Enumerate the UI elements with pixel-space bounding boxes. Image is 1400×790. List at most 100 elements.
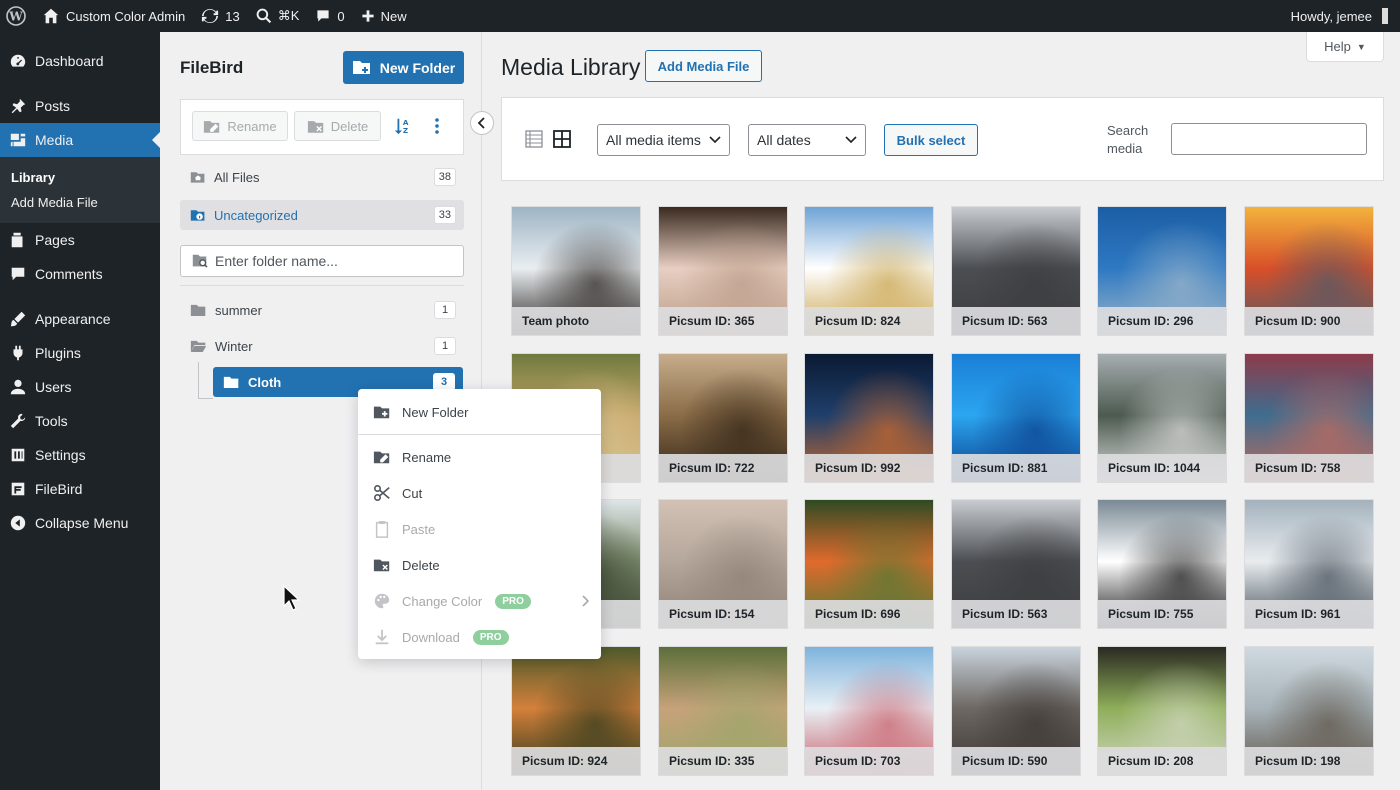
media-type-select[interactable]: All media items bbox=[597, 124, 730, 156]
media-caption: Picsum ID: 696 bbox=[805, 600, 933, 628]
list-view-icon[interactable] bbox=[525, 130, 543, 151]
media-caption: Picsum ID: 755 bbox=[1098, 600, 1226, 628]
new-content-link[interactable]: New bbox=[353, 0, 415, 32]
plugin-icon bbox=[13, 345, 23, 361]
palette-icon bbox=[374, 593, 390, 609]
new-label: New bbox=[380, 8, 407, 24]
date-select[interactable]: All dates bbox=[748, 124, 866, 156]
folder-icon bbox=[223, 376, 239, 388]
folder-search bbox=[180, 245, 464, 277]
media-caption: Picsum ID: 365 bbox=[659, 307, 787, 335]
media-item[interactable]: Picsum ID: 961 bbox=[1244, 499, 1374, 629]
media-item[interactable]: Picsum ID: 900 bbox=[1244, 206, 1374, 336]
media-caption: Picsum ID: 335 bbox=[659, 747, 787, 775]
greeting: Howdy, jemee bbox=[1290, 8, 1372, 24]
media-item[interactable]: Picsum ID: 365 bbox=[658, 206, 788, 336]
media-item[interactable]: Picsum ID: 563 bbox=[951, 499, 1081, 629]
search-media-input[interactable] bbox=[1171, 123, 1367, 155]
media-item[interactable]: Picsum ID: 590 bbox=[951, 646, 1081, 776]
media-item[interactable]: Picsum ID: 154 bbox=[658, 499, 788, 629]
folder-toolbar: Rename Delete AZ bbox=[180, 99, 464, 155]
media-caption: Picsum ID: 590 bbox=[952, 747, 1080, 775]
media-caption: Picsum ID: 758 bbox=[1245, 454, 1373, 482]
folder-uncategorized[interactable]: Uncategorized 33 bbox=[180, 200, 464, 230]
comments-link[interactable]: 0 bbox=[307, 0, 352, 32]
media-item[interactable]: Picsum ID: 335 bbox=[658, 646, 788, 776]
command-search[interactable]: ⌘K bbox=[248, 0, 308, 32]
wordpress-logo-icon[interactable]: W bbox=[0, 0, 34, 32]
rename-folder-button[interactable]: Rename bbox=[192, 111, 288, 141]
sidebar-item-settings[interactable]: Settings bbox=[0, 438, 160, 472]
folder-context-menu: New Folder Rename Cut Paste Delete Chang… bbox=[358, 389, 601, 659]
media-submenu: Library Add Media File bbox=[0, 157, 160, 223]
ctx-paste[interactable]: Paste bbox=[358, 511, 601, 547]
comment-icon bbox=[11, 267, 25, 281]
folder-plus-icon bbox=[373, 406, 390, 419]
svg-text:Z: Z bbox=[403, 126, 408, 135]
account-menu[interactable]: Howdy, jemee bbox=[1283, 0, 1400, 32]
bulk-select-button[interactable]: Bulk select bbox=[884, 124, 978, 156]
media-item[interactable]: Picsum ID: 1044 bbox=[1097, 353, 1227, 483]
media-item[interactable]: Picsum ID: 924 bbox=[511, 646, 641, 776]
media-item[interactable]: Picsum ID: 703 bbox=[804, 646, 934, 776]
sort-folders-button[interactable]: AZ bbox=[389, 113, 415, 139]
media-item[interactable]: Picsum ID: 296 bbox=[1097, 206, 1227, 336]
sidebar-item-media[interactable]: Media bbox=[0, 123, 160, 157]
folder-summer[interactable]: summer 1 bbox=[180, 295, 464, 325]
media-item[interactable]: Picsum ID: 208 bbox=[1097, 646, 1227, 776]
submenu-add-media[interactable]: Add Media File bbox=[0, 190, 160, 215]
dashboard-icon bbox=[10, 54, 26, 67]
media-item[interactable]: Picsum ID: 722 bbox=[658, 353, 788, 483]
sidebar-item-plugins[interactable]: Plugins bbox=[0, 336, 160, 370]
media-item[interactable]: Picsum ID: 696 bbox=[804, 499, 934, 629]
filebird-title: FileBird bbox=[180, 58, 244, 77]
folder-winter[interactable]: Winter 1 bbox=[180, 331, 464, 361]
sort-icon: AZ bbox=[394, 118, 409, 135]
media-caption: Picsum ID: 703 bbox=[805, 747, 933, 775]
updates-count: 13 bbox=[225, 8, 240, 24]
media-item[interactable]: Picsum ID: 881 bbox=[951, 353, 1081, 483]
updates-link[interactable]: 13 bbox=[193, 0, 247, 32]
grid-view-icon[interactable] bbox=[553, 130, 571, 151]
add-media-file-button[interactable]: Add Media File bbox=[645, 50, 762, 82]
media-item[interactable]: Picsum ID: 758 bbox=[1244, 353, 1374, 483]
sidebar-item-appearance[interactable]: Appearance bbox=[0, 302, 160, 336]
media-caption: Picsum ID: 154 bbox=[659, 600, 787, 628]
ctx-new-folder[interactable]: New Folder bbox=[358, 394, 601, 430]
ctx-cut[interactable]: Cut bbox=[358, 475, 601, 511]
comments-count: 0 bbox=[337, 8, 345, 24]
ctx-rename[interactable]: Rename bbox=[358, 439, 601, 475]
sidebar-item-users[interactable]: Users bbox=[0, 370, 160, 404]
sidebar-item-pages[interactable]: Pages bbox=[0, 223, 160, 257]
new-folder-button[interactable]: New Folder bbox=[343, 51, 464, 84]
sidebar-item-dashboard[interactable]: Dashboard bbox=[0, 44, 160, 78]
folder-search-input[interactable] bbox=[215, 253, 455, 269]
wrench-icon bbox=[10, 413, 26, 429]
ctx-change-color[interactable]: Change Color PRO bbox=[358, 583, 601, 619]
collapse-panel-button[interactable] bbox=[470, 111, 494, 135]
media-item[interactable]: Picsum ID: 992 bbox=[804, 353, 934, 483]
media-item[interactable]: Team photo bbox=[511, 206, 641, 336]
media-item[interactable]: Picsum ID: 824 bbox=[804, 206, 934, 336]
site-name-link[interactable]: Custom Color Admin bbox=[34, 0, 193, 32]
collapse-menu-button[interactable]: Collapse Menu bbox=[0, 506, 160, 540]
media-item[interactable]: Picsum ID: 563 bbox=[951, 206, 1081, 336]
more-options-button[interactable] bbox=[424, 113, 450, 139]
submenu-library[interactable]: Library bbox=[0, 165, 160, 190]
help-tab[interactable]: Help ▼ bbox=[1306, 32, 1384, 62]
media-item[interactable]: Picsum ID: 198 bbox=[1244, 646, 1374, 776]
ctx-download[interactable]: Download PRO bbox=[358, 619, 601, 655]
ctx-delete[interactable]: Delete bbox=[358, 547, 601, 583]
chevron-down-icon bbox=[709, 136, 721, 144]
sidebar-item-filebird[interactable]: FileBird bbox=[0, 472, 160, 506]
delete-folder-button[interactable]: Delete bbox=[294, 111, 381, 141]
media-item[interactable]: Picsum ID: 755 bbox=[1097, 499, 1227, 629]
media-caption: Picsum ID: 900 bbox=[1245, 307, 1373, 335]
folder-all-files[interactable]: All Files 38 bbox=[180, 162, 464, 192]
sidebar-item-posts[interactable]: Posts bbox=[0, 89, 160, 123]
media-caption: Picsum ID: 722 bbox=[659, 454, 787, 482]
sidebar-item-tools[interactable]: Tools bbox=[0, 404, 160, 438]
mouse-cursor-icon bbox=[283, 584, 301, 614]
folder-search-icon bbox=[192, 254, 208, 268]
sidebar-item-comments[interactable]: Comments bbox=[0, 257, 160, 291]
